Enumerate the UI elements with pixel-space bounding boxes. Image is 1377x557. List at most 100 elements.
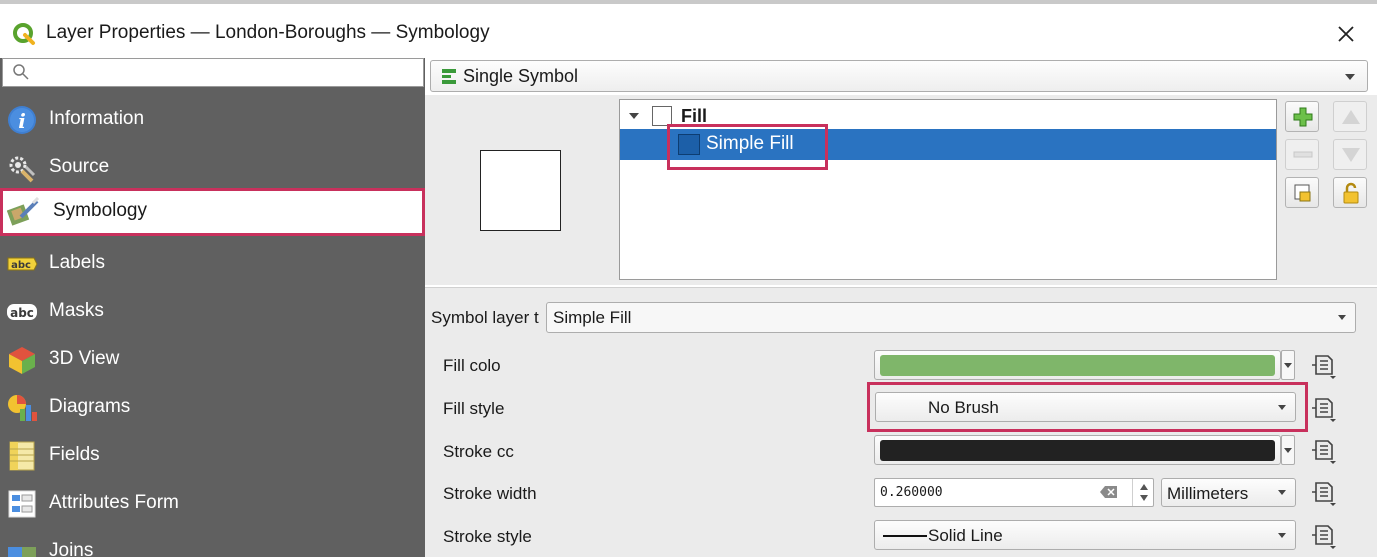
sidebar-item-3d-view[interactable]: 3D View — [0, 336, 425, 384]
chevron-down-icon — [1345, 74, 1355, 80]
stroke-style-value: Solid Line — [928, 526, 1003, 545]
sidebar-item-diagrams[interactable]: Diagrams — [0, 384, 425, 432]
stroke-width-unit-select[interactable]: Millimeters — [1161, 478, 1296, 507]
symbol-layer-type-select[interactable]: Simple Fill — [546, 302, 1356, 333]
sidebar-item-label: Labels — [49, 252, 105, 273]
sidebar-item-label: Fields — [49, 444, 100, 465]
symbol-layer-type-label: Symbol layer t — [431, 308, 539, 327]
svg-text:i: i — [18, 109, 26, 133]
chevron-down-icon — [1278, 405, 1286, 410]
sidebar-item-label: Information — [49, 108, 145, 129]
chevron-down-icon — [1284, 363, 1292, 368]
renderer-select[interactable]: Single Symbol — [430, 60, 1368, 92]
stroke-style-label: Stroke style — [443, 527, 532, 546]
lock-layer-button[interactable] — [1333, 177, 1367, 208]
stroke-width-unit-value: Millimeters — [1167, 484, 1249, 503]
sidebar-item-label: Symbology — [53, 200, 147, 221]
sidebar-item-label: Diagrams — [49, 396, 131, 417]
symbol-layer-tree[interactable]: Fill Simple Fill — [619, 99, 1277, 280]
sidebar-item-joins[interactable]: Joins — [0, 528, 425, 557]
fill-style-select[interactable]: No Brush — [875, 392, 1296, 422]
sidebar-item-fields[interactable]: Fields — [0, 432, 425, 480]
data-defined-override-icon[interactable] — [1308, 520, 1338, 550]
renderer-selected-label: Single Symbol — [463, 66, 579, 86]
close-icon[interactable] — [1332, 20, 1360, 48]
duplicate-symbol-layer-button[interactable] — [1285, 177, 1319, 208]
tree-item-label: Simple Fill — [706, 133, 794, 154]
labels-icon: abc — [7, 257, 38, 271]
window-title: Layer Properties — London-Boroughs — Sym… — [46, 22, 490, 43]
data-defined-override-icon[interactable] — [1308, 477, 1338, 507]
stroke-color-label: Stroke cc — [443, 442, 514, 461]
chevron-down-icon — [1284, 448, 1292, 453]
spin-buttons[interactable] — [1132, 479, 1154, 506]
plus-icon — [1293, 107, 1313, 127]
data-defined-override-icon[interactable] — [1308, 350, 1338, 380]
clear-icon[interactable] — [1100, 485, 1118, 499]
sidebar-item-label: Source — [49, 156, 110, 177]
chevron-down-icon — [1338, 315, 1346, 320]
duplicate-icon — [1294, 184, 1311, 202]
stroke-color-dropdown[interactable] — [1281, 435, 1295, 465]
simple-fill-swatch-icon — [678, 134, 700, 155]
fill-checkbox[interactable] — [652, 106, 672, 126]
fill-color-swatch — [880, 355, 1275, 376]
attributes-form-icon — [8, 490, 36, 518]
arrow-up-icon — [1342, 110, 1360, 124]
stroke-width-spinbox[interactable]: 0.260000 — [874, 478, 1154, 507]
masks-icon: abc — [7, 304, 37, 320]
svg-text:abc: abc — [10, 306, 34, 320]
chevron-down-icon — [1278, 533, 1286, 538]
spin-arrows-icon — [1140, 484, 1148, 501]
joins-icon — [8, 547, 36, 557]
stroke-color-swatch — [880, 440, 1275, 461]
data-defined-override-icon[interactable] — [1308, 393, 1338, 423]
fill-style-value: No Brush — [928, 398, 999, 417]
sidebar-item-symbology[interactable]: Symbology — [0, 188, 425, 236]
tree-expand-icon[interactable] — [629, 113, 639, 119]
stroke-color-button[interactable] — [874, 435, 1281, 465]
info-icon: i — [8, 106, 36, 134]
qgis-logo-icon — [13, 23, 35, 45]
search-icon — [13, 64, 29, 80]
sidebar-item-source[interactable]: Source — [0, 144, 425, 192]
diagrams-icon — [8, 395, 37, 421]
minus-icon — [1293, 151, 1313, 158]
title-bar: Layer Properties — London-Boroughs — Sym… — [0, 0, 1377, 58]
3d-view-icon — [9, 347, 35, 374]
source-icon — [9, 156, 36, 183]
data-defined-override-icon[interactable] — [1308, 435, 1338, 465]
sidebar-item-label: 3D View — [49, 348, 120, 369]
sidebar-item-information[interactable]: i Information — [0, 96, 425, 144]
single-symbol-icon — [442, 69, 456, 84]
fields-icon — [9, 441, 35, 471]
move-down-button[interactable] — [1333, 139, 1367, 170]
move-up-button[interactable] — [1333, 101, 1367, 132]
sidebar: i Information Source Symbology abc Label… — [0, 58, 425, 557]
symbol-preview — [480, 150, 561, 231]
search-input[interactable] — [2, 58, 424, 87]
sidebar-item-labels[interactable]: abc Labels — [0, 240, 425, 288]
arrow-down-icon — [1342, 148, 1360, 162]
fill-color-button[interactable] — [874, 350, 1281, 380]
fill-color-label: Fill colo — [443, 356, 501, 375]
stroke-width-label: Stroke width — [443, 484, 537, 503]
solid-line-icon — [883, 535, 927, 537]
svg-text:abc: abc — [11, 260, 31, 271]
sidebar-item-label: Masks — [49, 300, 104, 321]
chevron-down-icon — [1278, 490, 1286, 495]
tree-item-simple-fill[interactable]: Simple Fill — [620, 129, 1276, 160]
sidebar-item-masks[interactable]: abc Masks — [0, 288, 425, 336]
symbology-icon — [7, 197, 39, 226]
sidebar-item-label: Attributes Form — [49, 492, 179, 513]
lock-icon — [1343, 182, 1359, 204]
remove-symbol-layer-button[interactable] — [1285, 139, 1319, 170]
fill-style-label: Fill style — [443, 399, 505, 418]
stroke-style-select[interactable]: Solid Line — [874, 520, 1296, 550]
tree-root-label: Fill — [681, 106, 707, 126]
add-symbol-layer-button[interactable] — [1285, 101, 1319, 132]
sidebar-item-label: Joins — [49, 540, 94, 557]
fill-color-dropdown[interactable] — [1281, 350, 1295, 380]
sidebar-item-attributes-form[interactable]: Attributes Form — [0, 480, 425, 528]
stroke-width-value: 0.260000 — [880, 485, 943, 500]
